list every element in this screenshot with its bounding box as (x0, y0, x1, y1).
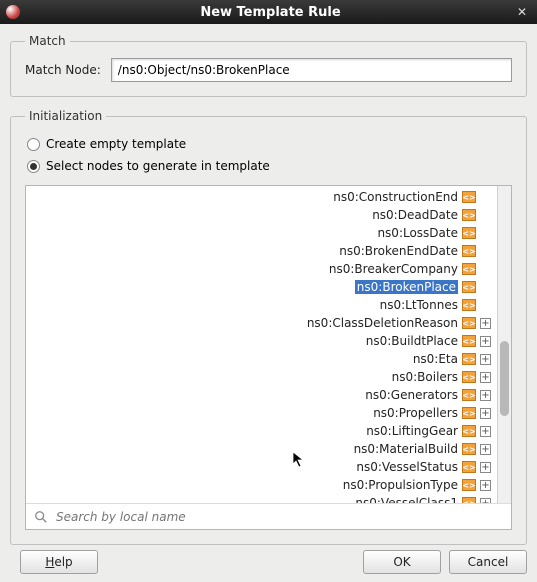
match-fieldset: Match Match Node: (10, 34, 527, 97)
radio-icon (27, 138, 40, 151)
dialog-title: New Template Rule (28, 5, 513, 20)
expand-icon[interactable]: + (480, 498, 491, 504)
element-icon (462, 443, 476, 455)
node-label: ns0:VesselStatus (356, 460, 458, 474)
titlebar: New Template Rule ✕ (0, 0, 537, 24)
tree-panel: ns0:ConstructionEnd+ns0:DeadDate+ns0:Los… (25, 185, 512, 530)
radio-icon (27, 160, 40, 173)
node-label: ns0:Boilers (392, 370, 458, 384)
element-icon (462, 191, 476, 203)
element-icon (462, 227, 476, 239)
match-node-input[interactable] (111, 58, 512, 82)
radio-label: Create empty template (46, 137, 186, 151)
tree-node[interactable]: ns0:BrokenEndDate+ (307, 242, 495, 260)
expand-icon[interactable]: + (480, 390, 491, 401)
node-label: ns0:Generators (365, 388, 458, 402)
button-row: Help OK Cancel (10, 550, 527, 574)
element-icon (462, 263, 476, 275)
node-label: ns0:Propellers (373, 406, 458, 420)
close-icon[interactable]: ✕ (513, 5, 531, 19)
tree-node[interactable]: ns0:VesselClass1 + (307, 494, 495, 503)
tree-list: ns0:ConstructionEnd+ns0:DeadDate+ns0:Los… (307, 188, 495, 503)
tree-node[interactable]: ns0:PropulsionType + (307, 476, 495, 494)
cancel-button[interactable]: Cancel (449, 550, 527, 574)
search-row (26, 503, 511, 529)
node-label: ns0:BreakerCompany (329, 262, 458, 276)
tree-node[interactable]: ns0:Eta + (307, 350, 495, 368)
node-label: ns0:MaterialBuild (354, 442, 458, 456)
element-icon (462, 281, 476, 293)
tree-node[interactable]: ns0:DeadDate+ (307, 206, 495, 224)
expand-icon[interactable]: + (480, 426, 491, 437)
match-legend: Match (25, 34, 70, 48)
element-icon (462, 371, 476, 383)
search-icon (34, 510, 48, 524)
node-label: ns0:LtTonnes (380, 298, 458, 312)
expand-icon[interactable]: + (480, 408, 491, 419)
expand-icon[interactable]: + (480, 318, 491, 329)
element-icon (462, 299, 476, 311)
element-icon (462, 317, 476, 329)
expand-icon[interactable]: + (480, 480, 491, 491)
tree-scroll: ns0:ConstructionEnd+ns0:DeadDate+ns0:Los… (26, 186, 511, 503)
element-icon (462, 425, 476, 437)
node-label: ns0:BrokenEndDate (339, 244, 458, 258)
node-label: ns0:Eta (413, 352, 458, 366)
tree-node[interactable]: ns0:ConstructionEnd+ (307, 188, 495, 206)
radio-create-empty[interactable]: Create empty template (27, 137, 510, 151)
node-label: ns0:ConstructionEnd (333, 190, 458, 204)
search-input[interactable] (56, 510, 503, 524)
element-icon (462, 497, 476, 503)
element-icon (462, 335, 476, 347)
help-button[interactable]: Help (20, 550, 98, 574)
element-icon (462, 353, 476, 365)
match-node-label: Match Node: (25, 63, 101, 77)
help-label-rest: elp (54, 555, 72, 569)
scrollbar[interactable] (497, 186, 511, 503)
tree-node[interactable]: ns0:LtTonnes+ (307, 296, 495, 314)
element-icon (462, 479, 476, 491)
ok-button[interactable]: OK (363, 550, 441, 574)
tree-node[interactable]: ns0:BrokenPlace+ (307, 278, 495, 296)
radio-label: Select nodes to generate in template (46, 159, 270, 173)
expand-icon[interactable]: + (480, 444, 491, 455)
expand-icon[interactable]: + (480, 354, 491, 365)
node-label: ns0:LossDate (377, 226, 458, 240)
app-icon (6, 5, 20, 19)
node-label: ns0:VesselClass1 (355, 496, 458, 503)
tree-node[interactable]: ns0:ClassDeletionReason + (307, 314, 495, 332)
initialization-fieldset: Initialization Create empty template Sel… (10, 109, 527, 545)
element-icon (462, 461, 476, 473)
expand-icon[interactable]: + (480, 462, 491, 473)
radio-select-nodes[interactable]: Select nodes to generate in template (27, 159, 510, 173)
node-label: ns0:BrokenPlace (355, 280, 458, 294)
element-icon (462, 209, 476, 221)
node-label: ns0:BuildtPlace (366, 334, 458, 348)
tree-node[interactable]: ns0:BuildtPlace + (307, 332, 495, 350)
node-label: ns0:ClassDeletionReason (307, 316, 458, 330)
tree-node[interactable]: ns0:BreakerCompany+ (307, 260, 495, 278)
scroll-thumb[interactable] (500, 341, 509, 416)
expand-icon[interactable]: + (480, 336, 491, 347)
tree-node[interactable]: ns0:Boilers + (307, 368, 495, 386)
dialog-body: Match Match Node: Initialization Create … (0, 24, 537, 582)
expand-icon[interactable]: + (480, 372, 491, 383)
element-icon (462, 389, 476, 401)
node-label: ns0:DeadDate (372, 208, 458, 222)
tree-node[interactable]: ns0:LossDate+ (307, 224, 495, 242)
initialization-legend: Initialization (25, 109, 106, 123)
node-label: ns0:LiftingGear (366, 424, 458, 438)
tree-node[interactable]: ns0:VesselStatus + (307, 458, 495, 476)
element-icon (462, 245, 476, 257)
element-icon (462, 407, 476, 419)
tree-node[interactable]: ns0:Generators + (307, 386, 495, 404)
tree-node[interactable]: ns0:Propellers + (307, 404, 495, 422)
tree-node[interactable]: ns0:MaterialBuild + (307, 440, 495, 458)
tree-node[interactable]: ns0:LiftingGear + (307, 422, 495, 440)
node-label: ns0:PropulsionType (343, 478, 458, 492)
